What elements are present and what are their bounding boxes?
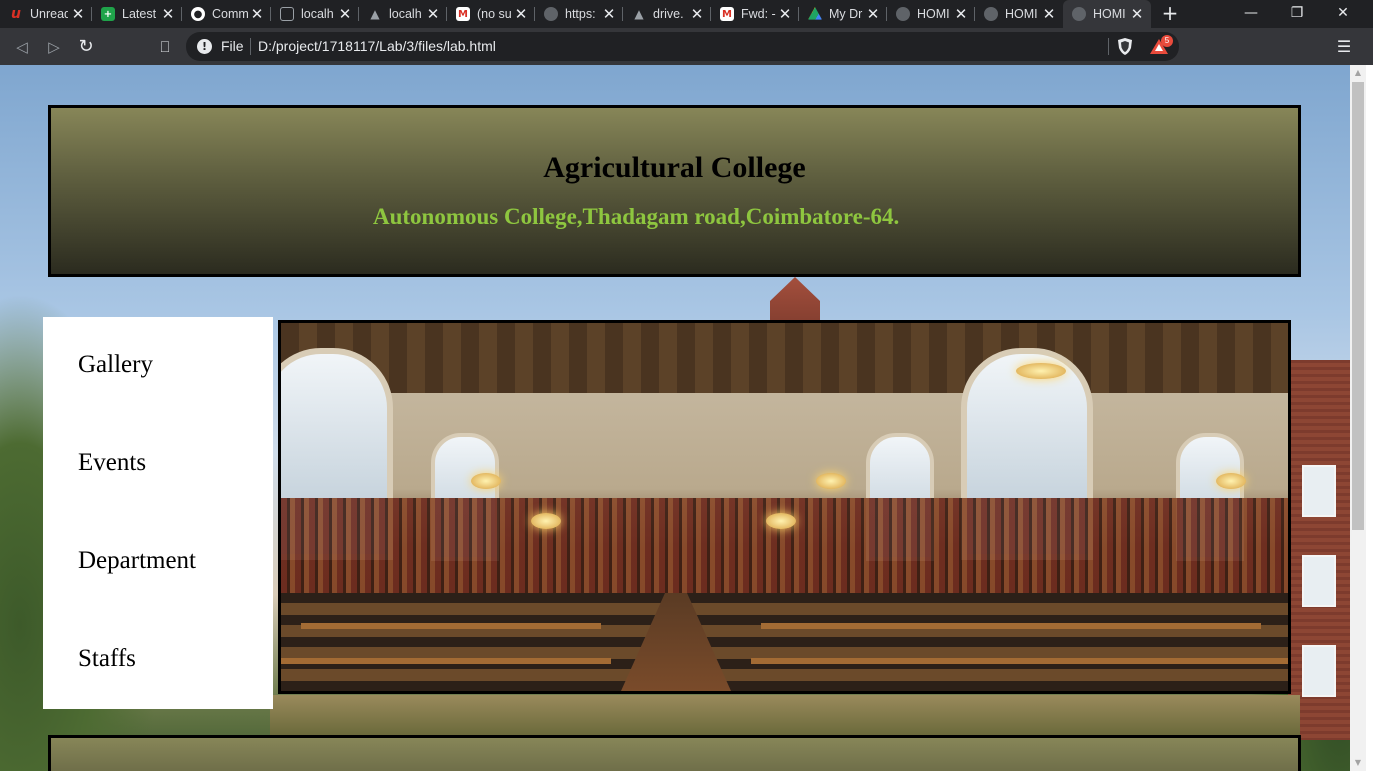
globe-icon	[1072, 7, 1086, 21]
background-building	[1288, 360, 1350, 740]
tab-title: HOMI	[917, 7, 950, 21]
site-subtitle: Autonomous College,Thadagam road,Coimbat…	[373, 204, 900, 229]
scroll-down-arrow-icon[interactable]: ▼	[1350, 755, 1366, 771]
globe-icon	[544, 7, 558, 21]
side-nav: Gallery Events Department Staffs	[43, 317, 273, 709]
site-header: Agricultural College Autonomous College,…	[48, 105, 1301, 277]
site-title: Agricultural College	[543, 151, 806, 184]
nav-events[interactable]: Events	[78, 449, 146, 477]
scroll-up-arrow-icon[interactable]: ▲	[1350, 65, 1366, 81]
tab-gmail-fwd[interactable]: M Fwd: - ✕	[711, 0, 799, 28]
minimize-button[interactable]: —	[1228, 0, 1274, 28]
address-bar[interactable]: ! File D:/project/1718117/Lab/3/files/la…	[186, 32, 1179, 61]
tab-unread[interactable]: u Unread ✕	[0, 0, 92, 28]
close-icon[interactable]: ✕	[425, 6, 441, 22]
close-icon[interactable]: ✕	[777, 6, 793, 22]
info-icon[interactable]: !	[197, 39, 212, 54]
close-icon[interactable]: ✕	[865, 6, 881, 22]
url-text[interactable]: D:/project/1718117/Lab/3/files/lab.html	[258, 38, 496, 54]
gmail-icon: M	[720, 7, 734, 21]
tab-localhost-2[interactable]: ▲ localh ✕	[359, 0, 447, 28]
github-icon: ●	[191, 7, 205, 21]
nav-department[interactable]: Department	[78, 547, 196, 575]
tab-home-1[interactable]: HOMI ✕	[887, 0, 975, 28]
rewards-badge: 5	[1161, 35, 1173, 47]
tab-home-2[interactable]: HOMI ✕	[975, 0, 1063, 28]
close-icon[interactable]: ✕	[249, 6, 265, 22]
tab-title: Comm	[212, 7, 249, 21]
close-icon[interactable]: ✕	[1129, 6, 1145, 22]
page-scrollbar[interactable]: ▲ ▼	[1350, 65, 1366, 771]
nav-staffs[interactable]: Staffs	[78, 645, 136, 673]
site-footer	[48, 735, 1301, 771]
tab-latest[interactable]: + Latest ✕	[92, 0, 182, 28]
browser-toolbar: ◁ ▷ ↻ ⎕ ! File D:/project/1718117/Lab/3/…	[0, 28, 1373, 65]
close-window-button[interactable]: ✕	[1320, 0, 1366, 28]
close-icon[interactable]: ✕	[689, 6, 705, 22]
close-icon[interactable]: ✕	[1041, 6, 1057, 22]
tab-title: localh	[301, 7, 334, 21]
chip-icon	[280, 7, 294, 21]
close-icon[interactable]: ✕	[513, 6, 529, 22]
tab-title: HOMI	[1005, 7, 1038, 21]
globe-icon	[896, 7, 910, 21]
drive-gray-icon: ▲	[634, 7, 644, 21]
tab-title: Fwd: -	[741, 7, 776, 21]
gmail-icon: M	[456, 7, 470, 21]
tab-title: (no su	[477, 7, 512, 21]
close-icon[interactable]: ✕	[953, 6, 969, 22]
unread-icon: u	[11, 6, 21, 22]
maximize-button[interactable]: ❐	[1274, 0, 1320, 28]
menu-icon[interactable]: ☰	[1333, 36, 1355, 58]
tab-strip: u Unread ✕ + Latest ✕ ● Comm ✕ localh ✕ …	[0, 0, 1373, 28]
tab-title: HOMI	[1093, 7, 1126, 21]
plus-puzzle-icon: +	[101, 7, 115, 21]
close-icon[interactable]: ✕	[337, 6, 353, 22]
new-tab-button[interactable]: +	[1159, 2, 1181, 24]
scroll-thumb[interactable]	[1352, 82, 1364, 530]
nav-gallery[interactable]: Gallery	[78, 351, 153, 379]
tab-gmail-no-subject[interactable]: M (no su ✕	[447, 0, 535, 28]
globe-icon	[984, 7, 998, 21]
bookmark-icon[interactable]: ⎕	[154, 36, 176, 58]
tab-title: Latest	[122, 7, 157, 21]
tab-title: My Dr	[829, 7, 863, 21]
back-button[interactable]: ◁	[11, 36, 33, 58]
tab-title: Unread	[30, 7, 68, 21]
reload-button[interactable]: ↻	[75, 36, 97, 58]
page-viewport: Agricultural College Autonomous College,…	[0, 65, 1350, 771]
tab-comm[interactable]: ● Comm ✕	[182, 0, 271, 28]
scheme-label: File	[221, 38, 244, 54]
tab-drive[interactable]: ▲ drive. ✕	[623, 0, 711, 28]
forward-button[interactable]: ▷	[43, 36, 65, 58]
close-icon[interactable]: ✕	[601, 6, 617, 22]
close-icon[interactable]: ✕	[70, 6, 86, 22]
tab-title: localh	[389, 7, 422, 21]
tab-home-active[interactable]: HOMI ✕	[1063, 0, 1151, 28]
background-hedge	[270, 695, 1300, 735]
tab-https[interactable]: https: ✕	[535, 0, 623, 28]
tab-my-drive[interactable]: My Dr ✕	[799, 0, 887, 28]
tab-title: drive.	[653, 7, 684, 21]
close-icon[interactable]: ✕	[160, 6, 176, 22]
brave-shield-icon[interactable]	[1116, 37, 1134, 56]
tab-title: https:	[565, 7, 596, 21]
tab-localhost-1[interactable]: localh ✕	[271, 0, 359, 28]
hero-image-library	[278, 320, 1291, 694]
triangle-icon: ▲	[370, 7, 380, 21]
google-drive-icon	[808, 7, 822, 20]
